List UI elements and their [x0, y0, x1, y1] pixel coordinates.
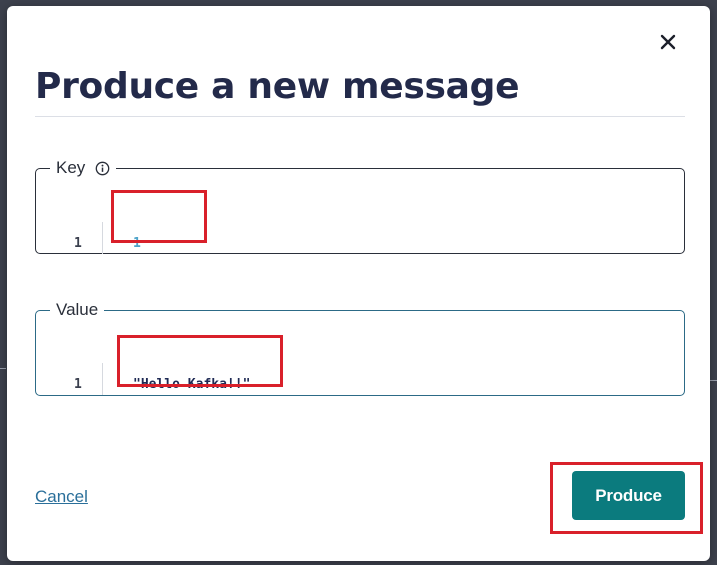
backdrop-divider-right: [710, 380, 717, 381]
info-icon[interactable]: [95, 161, 110, 176]
key-annotation-highlight: [111, 190, 207, 243]
value-line-number: 1: [74, 377, 82, 392]
produce-annotation-highlight: [550, 462, 703, 534]
key-legend: Key: [50, 158, 116, 178]
key-line-number: 1: [74, 236, 82, 251]
title-divider: [35, 116, 685, 117]
value-label: Value: [56, 300, 99, 319]
backdrop-divider-left: [0, 368, 6, 369]
key-label: Key: [56, 158, 86, 177]
cancel-link[interactable]: Cancel: [35, 487, 88, 507]
close-icon: [660, 34, 676, 50]
produce-message-dialog: Produce a new message Key 1 1 Value 1 "H…: [7, 6, 710, 561]
dialog-title: Produce a new message: [35, 66, 520, 107]
key-gutter-divider: [102, 222, 103, 254]
value-gutter-divider: [102, 363, 103, 395]
close-button[interactable]: [656, 30, 680, 54]
value-legend: Value: [50, 300, 104, 320]
value-annotation-highlight: [117, 335, 283, 387]
